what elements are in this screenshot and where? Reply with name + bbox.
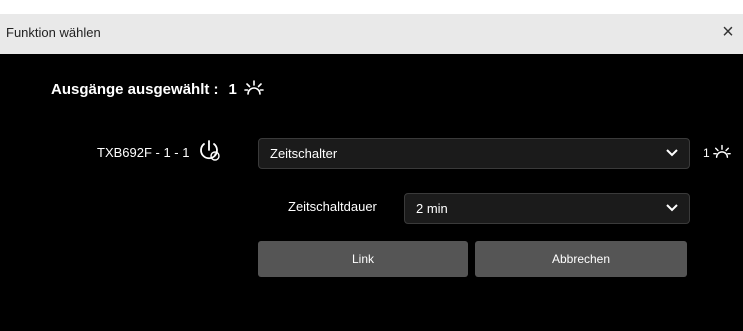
light-bulb-rays-icon xyxy=(243,77,265,101)
close-icon[interactable]: × xyxy=(719,22,737,42)
dialog-titlebar: Funktion wählen × xyxy=(0,0,743,56)
power-timer-icon xyxy=(197,139,223,166)
function-dialog: Funktion wählen × Ausgänge ausgewählt : … xyxy=(0,0,743,331)
dialog-header: Funktion wählen × xyxy=(0,14,743,54)
device-name: TXB692F - 1 - 1 xyxy=(97,145,190,160)
duration-select[interactable]: 2 min xyxy=(404,193,690,224)
selected-outputs: Ausgänge ausgewählt : 1 xyxy=(51,77,265,101)
cancel-button[interactable]: Abbrechen xyxy=(475,241,687,277)
chevron-down-icon xyxy=(665,145,679,159)
output-indicator: 1 xyxy=(703,142,732,163)
function-select-value: Zeitschalter xyxy=(270,146,338,161)
light-bulb-rays-icon xyxy=(712,142,732,163)
dialog-body: Ausgänge ausgewählt : 1 TXB692F - 1 - 1 xyxy=(0,54,743,331)
duration-label: Zeitschaltdauer xyxy=(288,199,377,214)
chevron-down-icon xyxy=(665,200,679,214)
device-row: TXB692F - 1 - 1 xyxy=(97,139,223,166)
output-indicator-count: 1 xyxy=(703,145,710,160)
function-select[interactable]: Zeitschalter xyxy=(258,138,690,169)
selected-outputs-label: Ausgänge ausgewählt : xyxy=(51,80,219,98)
duration-select-value: 2 min xyxy=(416,201,448,216)
dialog-title: Funktion wählen xyxy=(6,25,101,40)
link-button[interactable]: Link xyxy=(258,241,468,277)
selected-outputs-count: 1 xyxy=(228,80,237,98)
